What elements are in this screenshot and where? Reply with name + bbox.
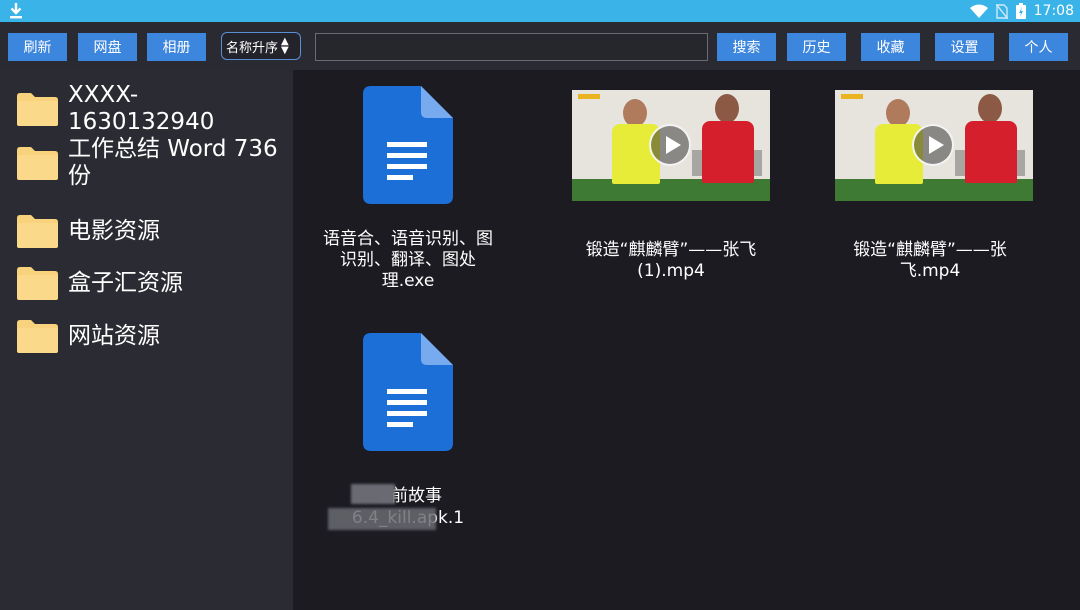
- folder-label: 电影资源: [68, 218, 160, 244]
- video-thumbnail: [572, 90, 770, 201]
- folder-label: 盒子汇资源: [68, 270, 183, 296]
- video-thumbnail: [835, 90, 1033, 201]
- settings-button[interactable]: 设置: [935, 33, 994, 61]
- battery-icon: [1015, 3, 1026, 19]
- sidebar-folder[interactable]: 网站资源: [17, 320, 278, 353]
- netdisk-button[interactable]: 网盘: [78, 33, 137, 61]
- sort-arrows-icon: ▲ ▼: [281, 36, 289, 56]
- file-name: 锻造“麒麟臂”——张飞(1).mp4: [585, 240, 757, 281]
- redaction-mask: [328, 508, 436, 530]
- clock: 17:08: [1033, 3, 1074, 19]
- file-name: 语音合、语音识别、图识别、翻译、图处理.exe: [323, 229, 493, 291]
- search-input[interactable]: [315, 33, 708, 61]
- favorites-button[interactable]: 收藏: [861, 33, 920, 61]
- sidebar-folder[interactable]: 盒子汇资源: [17, 267, 278, 300]
- wifi-icon: [969, 4, 988, 18]
- refresh-button[interactable]: 刷新: [8, 33, 67, 61]
- play-icon: [912, 124, 954, 166]
- sort-select[interactable]: 名称升序 ▲ ▼: [221, 32, 301, 60]
- search-button[interactable]: 搜索: [717, 33, 776, 61]
- sidebar: XXXX-1630132940 工作总结 Word 736份 电影资源 盒子汇资…: [0, 70, 293, 610]
- file-name: 睡前故事: [374, 486, 442, 506]
- file-name: 锻造“麒麟臂”——张飞.mp4: [853, 240, 1007, 281]
- sidebar-folder[interactable]: 电影资源: [17, 215, 278, 248]
- sidebar-folder[interactable]: XXXX-1630132940: [17, 82, 278, 136]
- folder-icon: [17, 267, 58, 300]
- folder-label: 网站资源: [68, 323, 160, 349]
- no-sim-icon: [995, 3, 1008, 19]
- document-icon: [363, 333, 453, 451]
- file-grid: 语音合、语音识别、图识别、翻译、图处理.exe 锻造“麒麟臂”——张飞(1).m…: [293, 70, 1080, 610]
- folder-icon: [17, 320, 58, 353]
- download-icon: [10, 3, 22, 19]
- folder-label: 工作总结 Word 736份: [68, 136, 278, 189]
- personal-button[interactable]: 个人: [1009, 33, 1068, 61]
- folder-icon: [17, 146, 58, 180]
- document-icon: [363, 86, 453, 204]
- sort-select-value: 名称升序: [226, 40, 279, 56]
- folder-icon: [17, 215, 58, 248]
- toolbar: 刷新 网盘 相册 名称升序 ▲ ▼ 搜索 历史 收藏 设置 个人: [0, 22, 1080, 70]
- status-bar: 17:08: [0, 0, 1080, 22]
- folder-icon: [17, 92, 58, 126]
- album-button[interactable]: 相册: [147, 33, 206, 61]
- redaction-mask: [351, 484, 395, 504]
- history-button[interactable]: 历史: [787, 33, 846, 61]
- folder-label: XXXX-1630132940: [68, 82, 215, 135]
- sidebar-folder[interactable]: 工作总结 Word 736份: [17, 136, 278, 190]
- play-icon: [649, 124, 691, 166]
